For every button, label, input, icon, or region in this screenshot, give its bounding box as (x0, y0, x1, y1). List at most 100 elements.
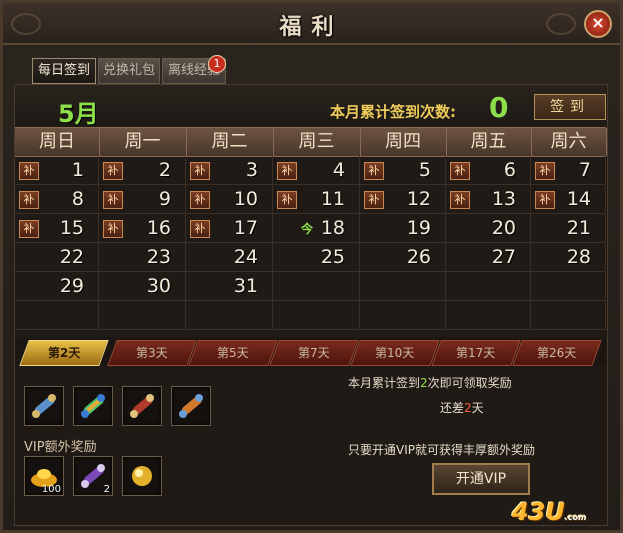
calendar-empty-cell (360, 301, 446, 330)
calendar-day-cell[interactable]: 22 (15, 243, 99, 272)
signin-count-value: 0 (489, 91, 509, 124)
scroll-blue-icon (32, 394, 56, 418)
calendar-day-cell[interactable]: 补 12 (360, 185, 446, 214)
calendar-day-cell[interactable]: 补1 (15, 156, 99, 185)
day-number: 7 (578, 159, 591, 181)
sign-in-button[interactable]: 签到 (534, 94, 606, 120)
makeup-signin-button[interactable]: 补 (103, 220, 123, 238)
makeup-signin-button[interactable]: 补 (103, 191, 123, 209)
calendar-day-cell[interactable]: 补4 (273, 156, 360, 185)
calendar-day-cell[interactable]: 补5 (360, 156, 446, 185)
makeup-signin-button[interactable]: 补 (535, 191, 555, 209)
makeup-signin-button[interactable]: 补 (19, 162, 39, 180)
makeup-signin-button[interactable]: 补 (19, 220, 39, 238)
scroll-rainbow-icon (81, 394, 105, 418)
calendar-day-cell[interactable]: 补 11 (273, 185, 360, 214)
close-button[interactable]: × (584, 10, 612, 38)
open-vip-button[interactable]: 开通VIP (432, 463, 530, 495)
calendar-day-cell[interactable]: 今 18 (273, 214, 360, 243)
calendar-day-cell[interactable]: 补6 (446, 156, 531, 185)
makeup-signin-button[interactable]: 补 (535, 162, 555, 180)
makeup-signin-button[interactable]: 补 (450, 191, 470, 209)
site-logo: 43U.com (512, 498, 587, 526)
calendar-empty-cell (186, 301, 273, 330)
calendar-day-cell[interactable]: 补8 (15, 185, 99, 214)
calendar-day-cell[interactable]: 30 (99, 272, 186, 301)
calendar-day-cell[interactable]: 31 (186, 272, 273, 301)
day-number: 6 (503, 159, 516, 181)
calendar-header (15, 85, 606, 125)
calendar-day-cell[interactable]: 补3 (186, 156, 273, 185)
calendar-grid: 补 1 补 2 补 3 补 4 补 5 补 6 补 7 补 8 补 9 补 10 补 11 补 12 补 13 补 14 补 15 补 16 补… (15, 156, 606, 336)
reward-item-1[interactable] (24, 386, 64, 426)
makeup-signin-button[interactable]: 补 (364, 162, 384, 180)
tab-daily-signin[interactable]: 每日签到 (32, 58, 96, 84)
calendar-empty-cell (446, 272, 531, 301)
vip-reward-title: VIP额外奖励 (24, 440, 97, 455)
gold-orb-icon (132, 466, 152, 486)
makeup-signin-button[interactable]: 补 (103, 162, 123, 180)
calendar-day-cell[interactable]: 补 13 (446, 185, 531, 214)
calendar-day-cell[interactable]: 27 (446, 243, 531, 272)
title-bar: 福利 × (3, 3, 620, 45)
today-marker: 今 (301, 222, 314, 236)
calendar-day-cell[interactable]: 20 (446, 214, 531, 243)
reward-item-4[interactable] (171, 386, 211, 426)
weekday-label: 周一 (99, 128, 187, 156)
reward-day-tab[interactable]: 第17天 (431, 340, 521, 366)
day-number: 12 (406, 188, 431, 210)
reward-day-tab[interactable]: 第26天 (512, 340, 602, 366)
makeup-signin-button[interactable]: 补 (190, 220, 210, 238)
calendar-day-cell[interactable]: 21 (531, 214, 606, 243)
day-number: 3 (245, 159, 258, 181)
vip-item-1-qty: 100 (41, 484, 61, 495)
calendar-day-cell[interactable]: 补7 (531, 156, 606, 185)
makeup-signin-button[interactable]: 补 (190, 162, 210, 180)
calendar-day-cell[interactable]: 23 (99, 243, 186, 272)
calendar-day-cell[interactable]: 25 (273, 243, 360, 272)
tab-redeem-gift[interactable]: 兑换礼包 (98, 58, 160, 84)
makeup-signin-button[interactable]: 补 (190, 191, 210, 209)
calendar-day-cell[interactable]: 补9 (99, 185, 186, 214)
window-title: 福利 (279, 15, 344, 40)
weekday-label: 周四 (360, 128, 447, 156)
makeup-signin-button[interactable]: 补 (364, 191, 384, 209)
calendar-day-cell[interactable]: 19 (360, 214, 446, 243)
calendar-empty-cell (99, 301, 186, 330)
scroll-fire-icon (179, 394, 203, 418)
reward-day-tab[interactable]: 第10天 (350, 340, 440, 366)
day-number: 16 (146, 217, 171, 239)
reward-day-tab[interactable]: 第7天 (269, 340, 359, 366)
reward-item-3[interactable] (122, 386, 162, 426)
vip-item-3[interactable] (122, 456, 162, 496)
calendar-day-cell[interactable]: 补 16 (99, 214, 186, 243)
calendar-day-cell[interactable]: 29 (15, 272, 99, 301)
vip-item-2[interactable]: 2 (73, 456, 113, 496)
calendar-day-cell[interactable]: 补 10 (186, 185, 273, 214)
day-number: 4 (332, 159, 345, 181)
makeup-signin-button[interactable]: 补 (450, 162, 470, 180)
day-number: 9 (158, 188, 171, 210)
makeup-signin-button[interactable]: 补 (19, 191, 39, 209)
calendar-empty-cell (273, 301, 360, 330)
calendar-day-cell[interactable]: 26 (360, 243, 446, 272)
reward-day-tab[interactable]: 第3天 (107, 340, 197, 366)
calendar-day-cell[interactable]: 补 14 (531, 185, 606, 214)
day-number: 17 (233, 217, 258, 239)
day-number: 11 (320, 188, 345, 210)
calendar-empty-cell (531, 301, 606, 330)
day-number: 18 (320, 217, 345, 239)
calendar-day-cell[interactable]: 补 17 (186, 214, 273, 243)
makeup-signin-button[interactable]: 补 (277, 191, 297, 209)
calendar-day-cell[interactable]: 24 (186, 243, 273, 272)
day-number: 5 (418, 159, 431, 181)
vip-item-1[interactable]: 100 (24, 456, 64, 496)
calendar-day-cell[interactable]: 28 (531, 243, 606, 272)
reward-day-tab[interactable]: 第2天 (19, 340, 109, 366)
day-number: 22 (59, 246, 84, 268)
calendar-day-cell[interactable]: 补 15 (15, 214, 99, 243)
makeup-signin-button[interactable]: 补 (277, 162, 297, 180)
reward-day-tab[interactable]: 第5天 (188, 340, 278, 366)
reward-item-2[interactable] (73, 386, 113, 426)
calendar-day-cell[interactable]: 补2 (99, 156, 186, 185)
